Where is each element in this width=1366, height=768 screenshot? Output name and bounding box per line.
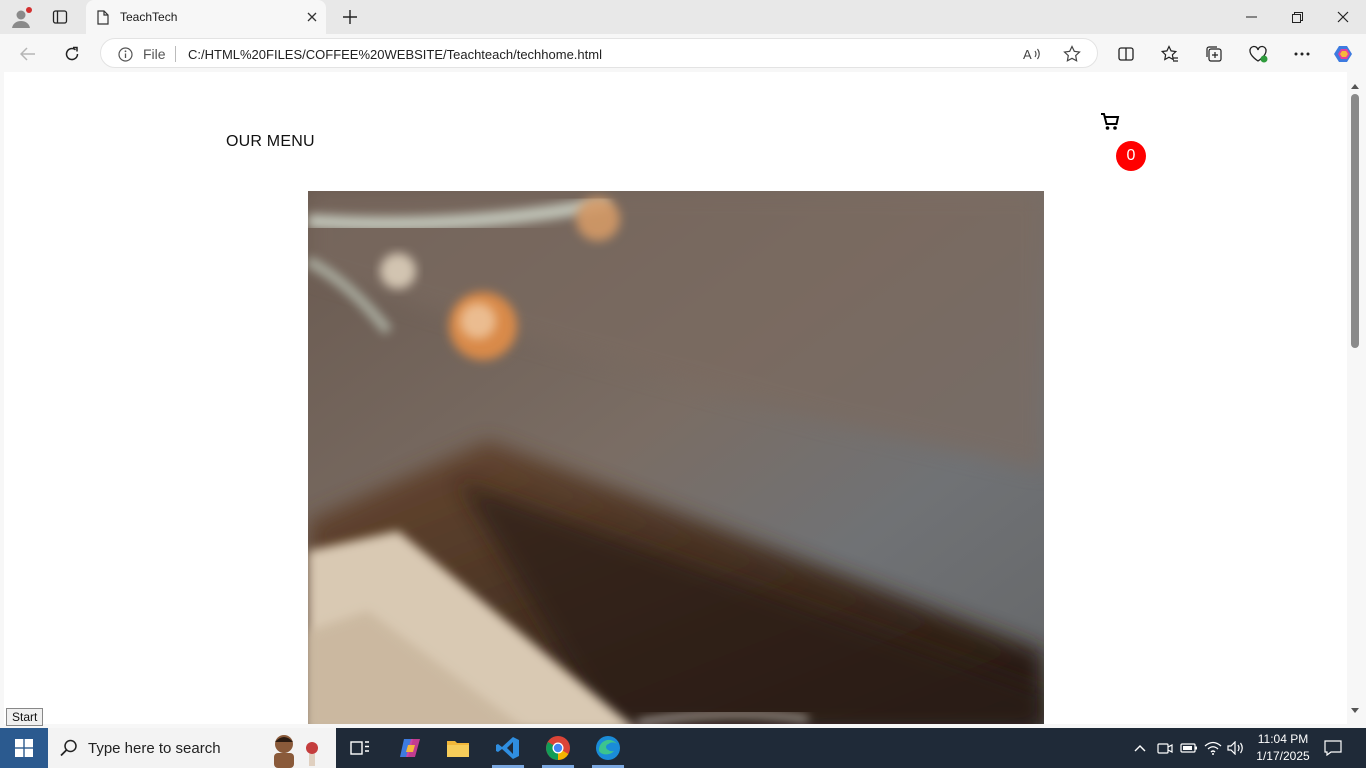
- file-explorer-icon[interactable]: [434, 728, 482, 768]
- browser-toolbar: File C:/HTML%20FILES/COFFEE%20WEBSITE/Te…: [0, 34, 1366, 72]
- address-url[interactable]: C:/HTML%20FILES/COFFEE%20WEBSITE/Teachte…: [188, 47, 602, 62]
- tab-actions-icon[interactable]: [48, 5, 72, 29]
- scroll-up-icon[interactable]: [1350, 81, 1360, 91]
- vscode-icon[interactable]: [484, 728, 532, 768]
- cart-count-badge: 0: [1116, 141, 1146, 171]
- windows-start-icon[interactable]: [0, 728, 48, 768]
- new-tab-icon[interactable]: [338, 5, 362, 29]
- close-tab-icon[interactable]: [302, 7, 322, 27]
- copilot-taskbar-icon[interactable]: [386, 728, 434, 768]
- refresh-icon[interactable]: [58, 40, 86, 68]
- address-bar[interactable]: File C:/HTML%20FILES/COFFEE%20WEBSITE/Te…: [100, 38, 1098, 68]
- clock-time: 11:04 PM: [1257, 732, 1309, 746]
- taskbar-clock[interactable]: 11:04 PM 1/17/2025: [1248, 731, 1318, 765]
- our-menu-link[interactable]: OUR MENU: [226, 133, 315, 151]
- hero-coffee-image: [308, 191, 1044, 724]
- search-highlight-icon[interactable]: [262, 728, 328, 768]
- more-options-icon[interactable]: [1288, 40, 1316, 68]
- page-icon: [96, 9, 110, 25]
- back-icon[interactable]: [14, 40, 42, 68]
- scrollbar-thumb[interactable]: [1351, 94, 1359, 348]
- search-icon: [60, 739, 78, 757]
- tab-title: TeachTech: [120, 10, 178, 24]
- search-placeholder: Type here to search: [88, 740, 221, 757]
- chrome-icon[interactable]: [534, 728, 582, 768]
- task-view-icon[interactable]: [336, 728, 384, 768]
- edge-icon[interactable]: [584, 728, 632, 768]
- notifications-icon[interactable]: [1323, 738, 1343, 758]
- browser-titlebar: TeachTech: [0, 0, 1366, 34]
- browser-essentials-icon[interactable]: [1244, 40, 1272, 68]
- tab-teachtech[interactable]: TeachTech: [86, 0, 326, 34]
- volume-icon[interactable]: [1226, 738, 1246, 758]
- address-divider: [175, 46, 176, 62]
- taskbar-search-box[interactable]: Type here to search: [48, 728, 336, 768]
- copilot-icon[interactable]: [1330, 40, 1358, 68]
- meet-now-icon[interactable]: [1155, 738, 1175, 758]
- page-viewport: OUR MENU 0: [4, 72, 1347, 724]
- favorites-icon[interactable]: [1156, 40, 1184, 68]
- restore-icon[interactable]: [1274, 0, 1320, 34]
- clock-date: 1/17/2025: [1256, 749, 1310, 763]
- show-hidden-icons-icon[interactable]: [1130, 738, 1150, 758]
- read-aloud-icon[interactable]: A: [1023, 45, 1041, 63]
- close-window-icon[interactable]: [1320, 0, 1366, 34]
- cart-icon[interactable]: [1100, 112, 1122, 132]
- page-scrollbar[interactable]: [1347, 72, 1366, 724]
- start-tooltip: Start: [6, 708, 44, 726]
- minimize-icon[interactable]: [1228, 0, 1274, 34]
- split-screen-icon[interactable]: [1112, 40, 1140, 68]
- collections-icon[interactable]: [1200, 40, 1228, 68]
- favorite-star-icon[interactable]: [1063, 45, 1081, 63]
- taskbar: Type here to search 11:04 PM 1/17/2025: [0, 728, 1366, 768]
- scroll-down-icon[interactable]: [1350, 705, 1360, 715]
- info-icon[interactable]: [117, 46, 133, 62]
- network-icon[interactable]: [1203, 738, 1223, 758]
- battery-icon[interactable]: [1179, 738, 1199, 758]
- svg-text:A: A: [1023, 47, 1032, 62]
- profile-icon[interactable]: [8, 5, 34, 31]
- address-scheme: File: [143, 46, 166, 62]
